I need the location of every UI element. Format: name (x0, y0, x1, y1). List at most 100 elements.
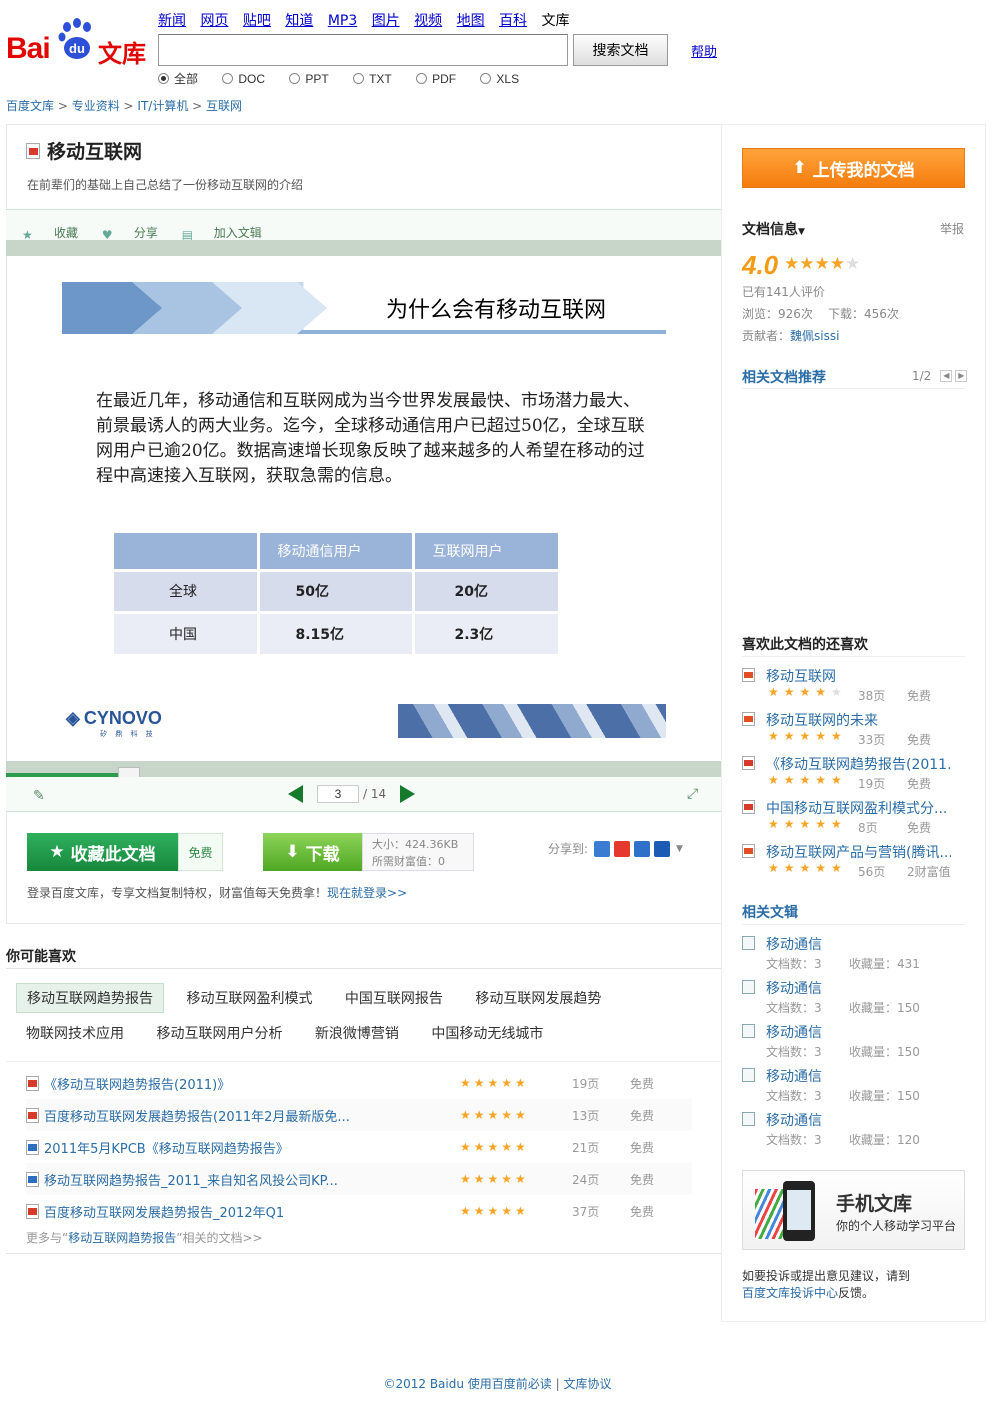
footer-link[interactable]: 文库协议 (564, 1377, 612, 1391)
download-button[interactable]: ⬇ 下载 (263, 833, 362, 871)
nav-map[interactable]: 地图 (457, 13, 485, 29)
list-item[interactable]: 移动通信 文档数：3 收藏量：431 (742, 934, 967, 978)
add-to-collection-action[interactable]: ▤ 加入文辑 (182, 217, 262, 242)
weibo-icon[interactable] (614, 840, 631, 857)
list-item[interactable]: 百度移动互联网发展趋势报告_2012年Q1 ★★★★★ 37页 免费 (26, 1195, 692, 1227)
share-action[interactable]: ♥ 分享 (102, 217, 158, 242)
list-item[interactable]: 移动互联网产品与营销(腾讯... ★★★★★ 56页 2财富值 (742, 842, 967, 886)
tag-item[interactable]: 中国互联网报告 (335, 984, 453, 1012)
rec-page-indicator: 1/2 (912, 369, 932, 383)
breadcrumb-item[interactable]: IT/计算机 (137, 99, 188, 113)
filter-ppt[interactable]: PPT (289, 72, 329, 86)
upload-document-button[interactable]: ⬆ 上传我的文档 (742, 148, 965, 188)
radio-icon (289, 73, 301, 84)
help-link[interactable]: 帮助 (691, 41, 717, 60)
fullscreen-icon[interactable]: ⤢ (687, 786, 698, 802)
tag-item[interactable]: 移动互联网趋势报告 (16, 983, 164, 1013)
tag-item[interactable]: 物联网技术应用 (16, 1019, 134, 1047)
pencils-graphic (755, 1189, 785, 1239)
filetype-filters: 全部 DOC PPT TXT PDF XLS (158, 70, 540, 87)
next-page-icon[interactable] (400, 785, 416, 803)
table-row: 全球 50亿 20亿 (114, 568, 561, 612)
breadcrumb-item[interactable]: 互联网 (206, 99, 242, 113)
breadcrumb-item[interactable]: 专业资料 (72, 99, 120, 113)
search-button[interactable]: 搜索文档 (573, 34, 668, 66)
page-total: / 14 (363, 787, 387, 801)
baidu-wenku-logo[interactable]: Bai du 文库 (6, 14, 148, 68)
list-item[interactable]: 移动通信 文档数：3 收藏量：150 (742, 978, 967, 1022)
radio-icon (353, 73, 365, 84)
reading-progress-bar[interactable] (6, 761, 722, 781)
filter-pdf[interactable]: PDF (416, 72, 456, 86)
breadcrumb-item[interactable]: 百度文库 (6, 99, 54, 113)
list-item[interactable]: 中国移动互联网盈利模式分... ★★★★★ 8页 免费 (742, 798, 967, 842)
list-item[interactable]: 2011年5月KPCB《移动互联网趋势报告》 ★★★★★ 21页 免费 (26, 1131, 692, 1163)
more-related-link[interactable]: 更多与“移动互联网趋势报告”相关的文档>> (26, 1229, 263, 1246)
prev-icon[interactable]: ◀ (940, 370, 953, 382)
tag-item[interactable]: 移动互联网盈利模式 (176, 984, 322, 1012)
contributor-link[interactable]: 魏佩sissi (790, 329, 839, 343)
filter-xls[interactable]: XLS (480, 72, 519, 86)
filter-all[interactable]: 全部 (158, 70, 198, 87)
filter-txt[interactable]: TXT (353, 72, 392, 86)
favorite-action[interactable]: ★ 收藏 (22, 217, 78, 242)
collection-icon (742, 980, 755, 994)
star-icon: ★ (49, 842, 65, 862)
rec-pager: 1/2 ◀ ▶ (912, 369, 968, 383)
chevron-down-icon[interactable]: ▼ (676, 844, 683, 854)
pencil-icon[interactable]: ✎ (33, 788, 45, 804)
table-cell: 全球 (114, 568, 260, 612)
caret-down-icon: ▼ (798, 227, 805, 237)
page-number-input[interactable] (317, 785, 359, 803)
list-item[interactable]: 《移动互联网趋势报告(2011... ★★★★★ 19页 免费 (742, 754, 967, 798)
login-link[interactable]: 现在就登录>> (327, 886, 407, 900)
list-item[interactable]: 移动互联网 ★★★★★ 38页 免费 (742, 666, 967, 710)
tag-item[interactable]: 新浪微博营销 (305, 1019, 409, 1047)
next-icon[interactable]: ▶ (955, 370, 968, 382)
related-doc-list: 《移动互联网趋势报告(2011)》 ★★★★★ 19页 免费 百度移动互联网发展趋势报… (26, 1067, 692, 1227)
tag-item[interactable]: 移动互联网发展趋势 (465, 984, 611, 1012)
nav-mp3[interactable]: MP3 (328, 13, 357, 29)
list-item[interactable]: 移动通信 文档数：3 收藏量：120 (742, 1110, 967, 1154)
rating-stars: ★★★★★ (784, 254, 861, 274)
radio-icon (222, 73, 234, 84)
nav-video[interactable]: 视频 (414, 13, 442, 29)
table-header: 移动通信用户 (258, 533, 415, 570)
collect-document-button[interactable]: ★ 收藏此文档 (27, 833, 178, 871)
collection-icon (742, 1024, 755, 1038)
download-info: 大小：424.36KB 所需财富值：0 (362, 833, 474, 871)
tag-item[interactable]: 中国移动无线城市 (421, 1019, 553, 1047)
nav-tieba[interactable]: 贴吧 (243, 13, 271, 29)
list-item[interactable]: 移动互联网的未来 ★★★★★ 33页 免费 (742, 710, 967, 754)
mobile-wenku-ad[interactable]: 手机文库 你的个人移动学习平台 (742, 1170, 965, 1250)
nav-news[interactable]: 新闻 (158, 13, 186, 29)
qzone-icon[interactable] (594, 840, 611, 857)
prev-page-icon[interactable] (288, 785, 303, 803)
filter-doc[interactable]: DOC (222, 72, 265, 86)
document-description: 在前辈们的基础上自己总结了一份移动互联网的介绍 (27, 178, 304, 192)
nav-web[interactable]: 网页 (200, 13, 228, 29)
nav-image[interactable]: 图片 (372, 13, 400, 29)
list-item[interactable]: 百度移动互联网发展趋势报告(2011年2月最新版免... ★★★★★ 13页 免费 (26, 1099, 692, 1131)
list-item[interactable]: 移动通信 文档数：3 收藏量：150 (742, 1066, 967, 1110)
related-rec-title: 相关文档推荐 (742, 370, 826, 386)
table-cell: 中国 (114, 610, 260, 654)
divider (6, 1061, 722, 1062)
nav-zhidao[interactable]: 知道 (285, 13, 313, 29)
list-item[interactable]: 移动互联网趋势报告_2011_来自知名风投公司KP... ★★★★★ 24页 免费 (26, 1163, 692, 1195)
nav-baike[interactable]: 百科 (499, 13, 527, 29)
search-input[interactable] (158, 34, 568, 66)
footer-link[interactable]: 使用百度前必读 (468, 1377, 552, 1391)
tag-row: 物联网技术应用 移动互联网用户分析 新浪微博营销 中国移动无线城市 (16, 1019, 561, 1047)
list-item[interactable]: 《移动互联网趋势报告(2011)》 ★★★★★ 19页 免费 (26, 1067, 692, 1099)
tag-item[interactable]: 移动互联网用户分析 (146, 1019, 292, 1047)
tieba-icon[interactable] (634, 840, 651, 857)
renren-icon[interactable] (654, 840, 671, 857)
report-link[interactable]: 举报 (940, 220, 964, 237)
doc-info-title[interactable]: 文档信息▼ (742, 219, 805, 239)
complaint-center-link[interactable]: 百度文库投诉中心 (742, 1286, 838, 1300)
page-pager: / 14 (288, 785, 416, 803)
list-item[interactable]: 移动通信 文档数：3 收藏量：150 (742, 1022, 967, 1066)
slide-arrow-graphic (62, 282, 327, 334)
logo-du: du (69, 41, 85, 56)
